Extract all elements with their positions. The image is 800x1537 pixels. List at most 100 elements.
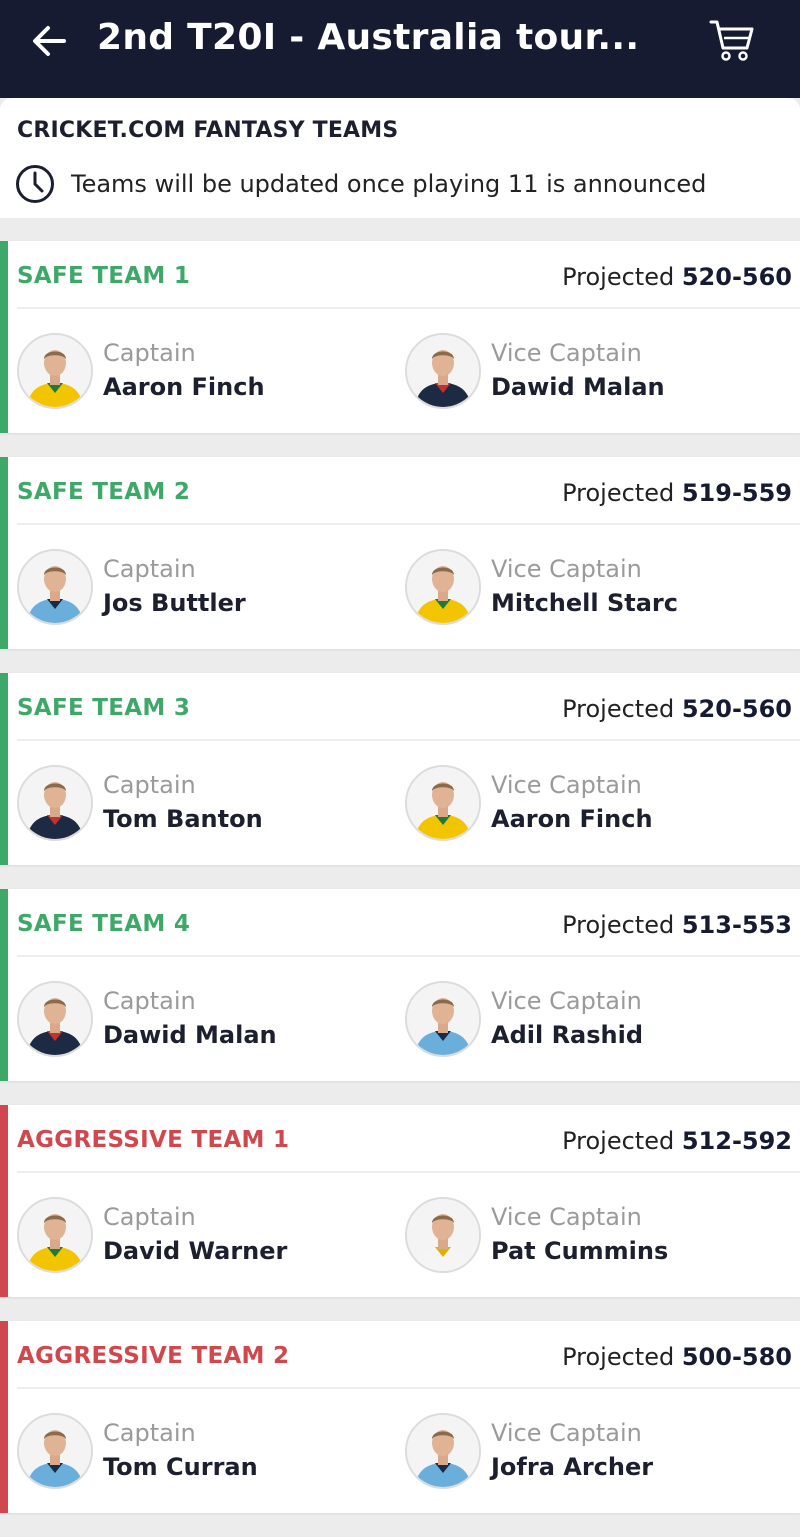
team-name: AGGRESSIVE TEAM 1: [17, 1127, 290, 1153]
role-label: Vice Captain: [491, 987, 642, 1015]
projected-score: Projected 500-580: [562, 1343, 792, 1371]
player-name: Aaron Finch: [103, 373, 265, 401]
divider: [17, 1387, 800, 1389]
team-type-accent: [0, 673, 8, 865]
team-name: SAFE TEAM 2: [17, 479, 191, 505]
captain: Captain Dawid Malan: [17, 981, 397, 1061]
captain: Captain Tom Curran: [17, 1413, 397, 1493]
projected-label: Projected: [562, 911, 675, 939]
team-type-accent: [0, 457, 8, 649]
cart-icon: [709, 20, 754, 61]
captain: Captain Jos Buttler: [17, 549, 397, 629]
divider: [17, 955, 800, 957]
role-label: Vice Captain: [491, 555, 642, 583]
projected-score: Projected 512-592: [562, 1127, 792, 1155]
app-header: 2nd T20I - Australia tour...: [0, 0, 800, 98]
projected-score: Projected 520-560: [562, 695, 792, 723]
player-avatar: [17, 1197, 93, 1273]
player-avatar: [17, 333, 93, 409]
player-name: Tom Curran: [103, 1453, 258, 1481]
clock-icon: [16, 165, 54, 203]
player-name: Pat Cummins: [491, 1237, 669, 1265]
vice-captain: Vice Captain Adil Rashid: [405, 981, 785, 1061]
projected-score: Projected 519-559: [562, 479, 792, 507]
back-button[interactable]: [28, 20, 70, 62]
divider: [17, 739, 800, 741]
projected-range: 519-559: [681, 479, 792, 507]
fantasy-info-card: CRICKET.COM FANTASY TEAMS Teams will be …: [0, 98, 800, 218]
projected-label: Projected: [562, 1343, 675, 1371]
team-name: SAFE TEAM 4: [17, 911, 191, 937]
player-name: Jofra Archer: [491, 1453, 654, 1481]
player-name: Mitchell Starc: [491, 589, 678, 617]
projected-score: Projected 520-560: [562, 263, 792, 291]
player-name: Tom Banton: [103, 805, 263, 833]
team-type-accent: [0, 1321, 8, 1513]
projected-range: 513-553: [681, 911, 792, 939]
page-title: 2nd T20I - Australia tour...: [97, 17, 640, 58]
vice-captain: Vice Captain Jofra Archer: [405, 1413, 785, 1493]
section-title: CRICKET.COM FANTASY TEAMS: [17, 118, 399, 143]
projected-label: Projected: [562, 1127, 675, 1155]
player-name: Jos Buttler: [103, 589, 246, 617]
projected-label: Projected: [562, 695, 675, 723]
divider: [17, 307, 800, 309]
captain: Captain Tom Banton: [17, 765, 397, 845]
team-card-4[interactable]: SAFE TEAM 4 Projected 513-553 Captain Da…: [0, 889, 800, 1081]
team-name: SAFE TEAM 1: [17, 263, 191, 289]
projected-range: 520-560: [681, 263, 792, 291]
role-label: Vice Captain: [491, 771, 642, 799]
player-name: Adil Rashid: [491, 1021, 644, 1049]
player-name: Dawid Malan: [103, 1021, 277, 1049]
player-avatar: [405, 765, 481, 841]
team-card-5[interactable]: AGGRESSIVE TEAM 1 Projected 512-592 Capt…: [0, 1105, 800, 1297]
captain: Captain Aaron Finch: [17, 333, 397, 413]
player-name: Aaron Finch: [491, 805, 653, 833]
player-name: Dawid Malan: [491, 373, 665, 401]
team-name: SAFE TEAM 3: [17, 695, 191, 721]
cart-button[interactable]: [705, 14, 757, 66]
player-avatar: [17, 1413, 93, 1489]
team-card-1[interactable]: SAFE TEAM 1 Projected 520-560 Captain Aa…: [0, 241, 800, 433]
team-type-accent: [0, 1105, 8, 1297]
arrow-left-icon: [33, 26, 66, 56]
role-label: Captain: [103, 339, 196, 367]
role-label: Vice Captain: [491, 1203, 642, 1231]
projected-range: 512-592: [681, 1127, 792, 1155]
role-label: Captain: [103, 1203, 196, 1231]
role-label: Captain: [103, 1419, 196, 1447]
vice-captain: Vice Captain Mitchell Starc: [405, 549, 785, 629]
projected-range: 520-560: [681, 695, 792, 723]
team-card-2[interactable]: SAFE TEAM 2 Projected 519-559 Captain Jo…: [0, 457, 800, 649]
projected-score: Projected 513-553: [562, 911, 792, 939]
role-label: Captain: [103, 987, 196, 1015]
vice-captain: Vice Captain Pat Cummins: [405, 1197, 785, 1277]
team-name: AGGRESSIVE TEAM 2: [17, 1343, 290, 1369]
role-label: Vice Captain: [491, 339, 642, 367]
captain: Captain David Warner: [17, 1197, 397, 1277]
divider: [17, 1171, 800, 1173]
player-avatar: [405, 981, 481, 1057]
player-avatar: [405, 1413, 481, 1489]
player-avatar: [405, 333, 481, 409]
role-label: Captain: [103, 555, 196, 583]
player-avatar: [17, 549, 93, 625]
update-note: Teams will be updated once playing 11 is…: [71, 170, 707, 198]
vice-captain: Vice Captain Aaron Finch: [405, 765, 785, 845]
team-card-3[interactable]: SAFE TEAM 3 Projected 520-560 Captain To…: [0, 673, 800, 865]
projected-range: 500-580: [681, 1343, 792, 1371]
divider: [17, 523, 800, 525]
team-card-6[interactable]: AGGRESSIVE TEAM 2 Projected 500-580 Capt…: [0, 1321, 800, 1513]
team-type-accent: [0, 241, 8, 433]
projected-label: Projected: [562, 479, 675, 507]
projected-label: Projected: [562, 263, 675, 291]
player-avatar: [17, 765, 93, 841]
player-name: David Warner: [103, 1237, 288, 1265]
role-label: Captain: [103, 771, 196, 799]
player-avatar: [405, 549, 481, 625]
player-avatar: [17, 981, 93, 1057]
team-type-accent: [0, 889, 8, 1081]
player-avatar: [405, 1197, 481, 1273]
vice-captain: Vice Captain Dawid Malan: [405, 333, 785, 413]
role-label: Vice Captain: [491, 1419, 642, 1447]
